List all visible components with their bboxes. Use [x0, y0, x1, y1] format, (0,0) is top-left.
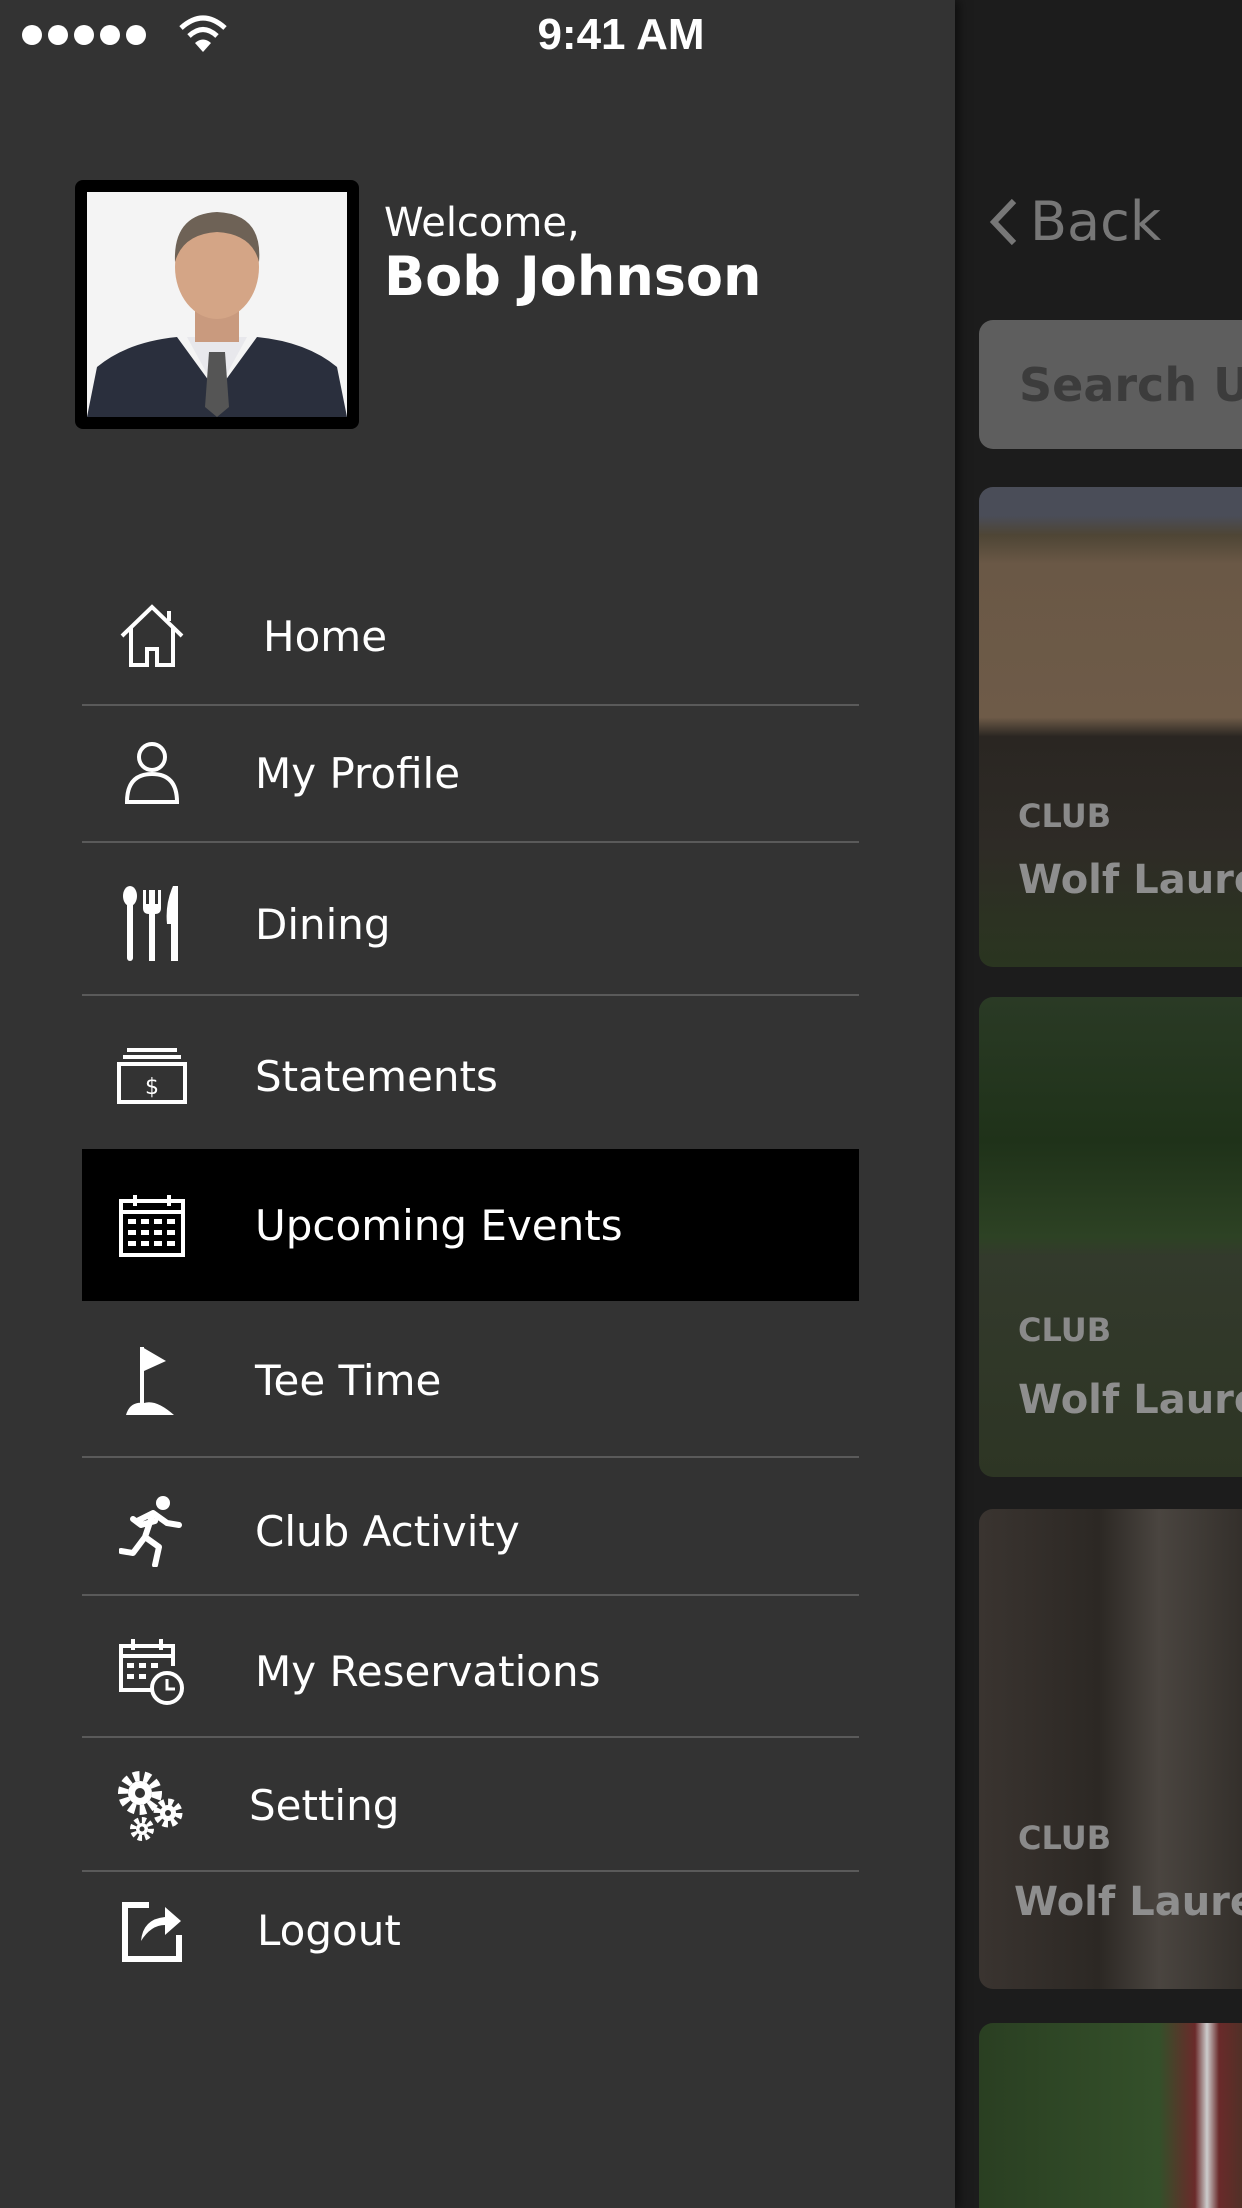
card-title: Wolf Laure	[1018, 857, 1242, 903]
menu-item-home[interactable]: Home	[82, 576, 859, 696]
menu-divider	[82, 994, 859, 996]
card-title: Wolf Laurel	[1014, 1879, 1242, 1925]
menu-divider	[82, 1736, 859, 1738]
statement-icon: $	[112, 1036, 192, 1116]
card-category: CLUB	[1018, 1819, 1112, 1857]
chevron-left-icon	[989, 198, 1017, 245]
menu-item-label: Tee Time	[255, 1355, 442, 1405]
menu-item-label: Statements	[255, 1051, 498, 1101]
gears-icon	[112, 1765, 192, 1845]
menu-item-label: Dining	[255, 899, 391, 949]
menu-divider	[82, 1594, 859, 1596]
main-content: Back Search Up CLUB Wolf Laure CLUB Wolf…	[955, 0, 1242, 2208]
svg-text:$: $	[145, 1075, 159, 1100]
menu-item-label: My Reservations	[255, 1646, 601, 1696]
menu-divider	[82, 841, 859, 843]
home-icon	[112, 596, 192, 676]
golf-flag-icon	[112, 1340, 192, 1420]
menu-item-label: Home	[263, 611, 388, 661]
menu-item-label: Club Activity	[255, 1506, 520, 1556]
back-label: Back	[1030, 190, 1162, 253]
card-category: CLUB	[1018, 797, 1112, 835]
side-drawer: 9:41 AM Welcome, Bob Johnson Home My Pro…	[0, 0, 955, 2208]
menu-item-my-reservations[interactable]: My Reservations	[82, 1611, 859, 1731]
search-input[interactable]: Search Up	[979, 320, 1242, 449]
event-card[interactable]: CLUB Wolf Laure	[979, 997, 1242, 1477]
search-placeholder: Search Up	[1019, 358, 1242, 412]
running-icon	[112, 1491, 192, 1571]
menu-item-label: Upcoming Events	[255, 1200, 623, 1250]
avatar[interactable]	[75, 180, 359, 429]
user-name: Bob Johnson	[384, 245, 762, 308]
menu-divider	[82, 1870, 859, 1872]
event-card[interactable]	[979, 2023, 1242, 2208]
calendar-clock-icon	[112, 1631, 192, 1711]
event-card[interactable]: CLUB Wolf Laure	[979, 487, 1242, 967]
menu-item-label: Setting	[249, 1780, 400, 1830]
user-icon	[112, 733, 192, 813]
menu-divider	[82, 1456, 859, 1458]
logout-icon	[112, 1890, 192, 1970]
back-button[interactable]: Back	[988, 190, 1161, 253]
welcome-text: Welcome,	[384, 200, 580, 246]
menu-item-setting[interactable]: Setting	[82, 1745, 859, 1865]
status-time: 9:41 AM	[537, 10, 705, 59]
menu-item-club-activity[interactable]: Club Activity	[82, 1471, 859, 1591]
card-category: CLUB	[1018, 1311, 1112, 1349]
event-card[interactable]: CLUB Wolf Laurel	[979, 1509, 1242, 1989]
menu-item-statements[interactable]: $ Statements	[82, 1016, 859, 1136]
calendar-icon	[112, 1185, 192, 1265]
menu-item-logout[interactable]: Logout	[82, 1870, 859, 1990]
card-title: Wolf Laure	[1018, 1377, 1242, 1423]
menu-item-upcoming-events[interactable]: Upcoming Events	[82, 1149, 859, 1301]
menu-item-my-profile[interactable]: My Profile	[82, 713, 859, 833]
menu-item-label: My Profile	[255, 748, 461, 798]
cutlery-icon	[112, 884, 192, 964]
menu-item-dining[interactable]: Dining	[82, 864, 859, 984]
menu-divider	[82, 704, 859, 706]
menu-item-label: Logout	[257, 1905, 401, 1955]
menu-item-tee-time[interactable]: Tee Time	[82, 1320, 859, 1440]
